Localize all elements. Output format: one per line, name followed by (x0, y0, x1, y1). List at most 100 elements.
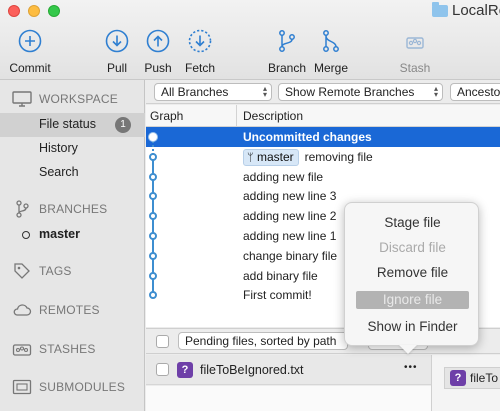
fetch-icon (188, 29, 212, 53)
dropdown-arrows-icon: ▴ ▾ (262, 84, 267, 99)
commit-button[interactable] (17, 28, 43, 54)
unknown-file-icon: ? (450, 370, 466, 386)
tags-heading: TAGS (39, 264, 72, 278)
sidebar-section-stashes[interactable]: STASHES (0, 337, 145, 361)
diff-pane: ? fileTo (431, 355, 500, 411)
merge-button[interactable] (318, 28, 344, 54)
push-label: Push (144, 61, 172, 75)
close-window-button[interactable] (8, 5, 20, 17)
sidebar-item-search[interactable]: Search (0, 161, 145, 185)
pending-sort-value: Pending files, sorted by path (185, 334, 337, 348)
folder-icon (432, 1, 448, 17)
graph-column-header[interactable]: Graph (150, 109, 183, 123)
branch-label: Branch (267, 61, 307, 75)
file-list-empty-area (146, 386, 431, 411)
stage-file-menu-item[interactable]: Stage file (345, 215, 480, 230)
remote-branches-dropdown[interactable]: Show Remote Branches ▴ ▾ (278, 83, 443, 101)
branch-filter-value: All Branches (161, 85, 229, 99)
branch-button[interactable] (274, 28, 300, 54)
stash-button[interactable] (402, 28, 428, 54)
file-name: fileToBeIgnored.txt (200, 363, 304, 377)
toolbar: LocalRe Commit Pull Push Fetch Branch Me… (0, 0, 500, 80)
sidebar-section-remotes[interactable]: REMOTES (0, 298, 145, 322)
file-checkbox[interactable] (156, 363, 169, 376)
unknown-file-icon: ? (177, 362, 193, 378)
merge-label: Merge (313, 61, 349, 75)
arrow-down-circle-icon (105, 29, 129, 53)
graph-node (149, 153, 157, 161)
description-column-header[interactable]: Description (243, 109, 303, 123)
remotes-heading: REMOTES (39, 303, 100, 317)
stashes-heading: STASHES (39, 342, 96, 356)
remote-branches-value: Show Remote Branches (285, 85, 415, 99)
graph-node (149, 172, 157, 181)
sidebar-section-submodules[interactable]: SUBMODULES (0, 375, 145, 399)
commit-description: change binary file (243, 248, 338, 263)
monitor-icon (12, 90, 32, 108)
diff-file-name: fileTo (470, 371, 499, 385)
fetch-label: Fetch (184, 61, 216, 75)
file-context-menu: Stage file Discard file Remove file Igno… (344, 202, 479, 346)
current-branch-icon (22, 231, 30, 239)
sidebar-section-branches[interactable]: BRANCHES (0, 197, 145, 221)
context-menu-pointer (399, 345, 417, 354)
commit-description: adding new file (243, 169, 324, 184)
branches-heading: BRANCHES (39, 202, 108, 216)
show-in-finder-menu-item[interactable]: Show in Finder (345, 319, 480, 334)
commit-description: adding new line 2 (243, 209, 337, 224)
tag-icon (12, 262, 32, 280)
pull-button[interactable] (104, 28, 130, 54)
discard-file-menu-item: Discard file (379, 240, 446, 255)
ignore-file-menu-item[interactable]: Ignore file (356, 291, 469, 309)
sidebar-item-file-status[interactable]: File status 1 (0, 113, 145, 137)
commit-description: Uncommitted changes (243, 130, 372, 144)
submodule-icon (12, 378, 32, 396)
commit-description: removing file (304, 149, 373, 164)
dropdown-arrows-icon: ▴ ▾ (433, 84, 438, 99)
sidebar-item-history[interactable]: History (0, 137, 145, 161)
pull-label: Pull (106, 61, 128, 75)
commit-description: add binary file (243, 268, 318, 283)
window-title: LocalRe (432, 1, 500, 19)
push-button[interactable] (145, 28, 171, 54)
history-label: History (39, 141, 78, 155)
commit-row[interactable]: adding new file (146, 167, 500, 187)
sidebar-item-master[interactable]: master (0, 223, 145, 247)
commit-description: adding new line 1 (243, 229, 337, 243)
ancestor-dropdown[interactable]: Ancesto (450, 83, 500, 101)
sidebar-section-workspace[interactable]: WORKSPACE (0, 87, 145, 111)
branch-tag: ᛘ master (243, 148, 299, 166)
ancestor-value: Ancesto (457, 85, 500, 99)
graph-node (149, 271, 157, 280)
branch-icon (279, 30, 295, 52)
pending-sort-dropdown[interactable]: Pending files, sorted by path (178, 332, 348, 350)
branch-tag-label: master (256, 149, 294, 164)
master-branch-label: master (39, 227, 80, 241)
select-all-checkbox[interactable] (156, 335, 169, 348)
file-row[interactable]: ? fileToBeIgnored.txt ••• (146, 355, 431, 385)
file-status-badge: 1 (115, 117, 131, 133)
commit-description: adding new line 3 (243, 189, 337, 204)
commit-description: First commit! (243, 288, 312, 303)
branch-filter-dropdown[interactable]: All Branches ▴ ▾ (154, 83, 272, 101)
stash-icon (406, 37, 424, 49)
stash-icon (12, 340, 32, 358)
commit-row[interactable]: Uncommitted changes (146, 127, 500, 147)
file-status-label: File status (39, 117, 96, 131)
zoom-window-button[interactable] (48, 5, 60, 17)
diff-file-header: ? fileTo (444, 367, 500, 389)
graph-node (149, 251, 157, 260)
merge-icon (323, 30, 339, 52)
window-title-text: LocalRe (452, 2, 500, 19)
fetch-button[interactable] (187, 28, 213, 54)
minimize-window-button[interactable] (28, 5, 40, 17)
submodules-heading: SUBMODULES (39, 380, 126, 394)
remove-file-menu-item[interactable]: Remove file (345, 265, 480, 280)
more-actions-button[interactable]: ••• (404, 362, 418, 373)
commit-label: Commit (9, 61, 51, 75)
cloud-icon (12, 301, 32, 319)
sidebar-section-tags[interactable]: TAGS (0, 259, 145, 283)
column-divider[interactable] (236, 105, 237, 127)
graph-node (149, 133, 157, 141)
commit-row[interactable]: ᛘ master removing file (146, 147, 500, 167)
